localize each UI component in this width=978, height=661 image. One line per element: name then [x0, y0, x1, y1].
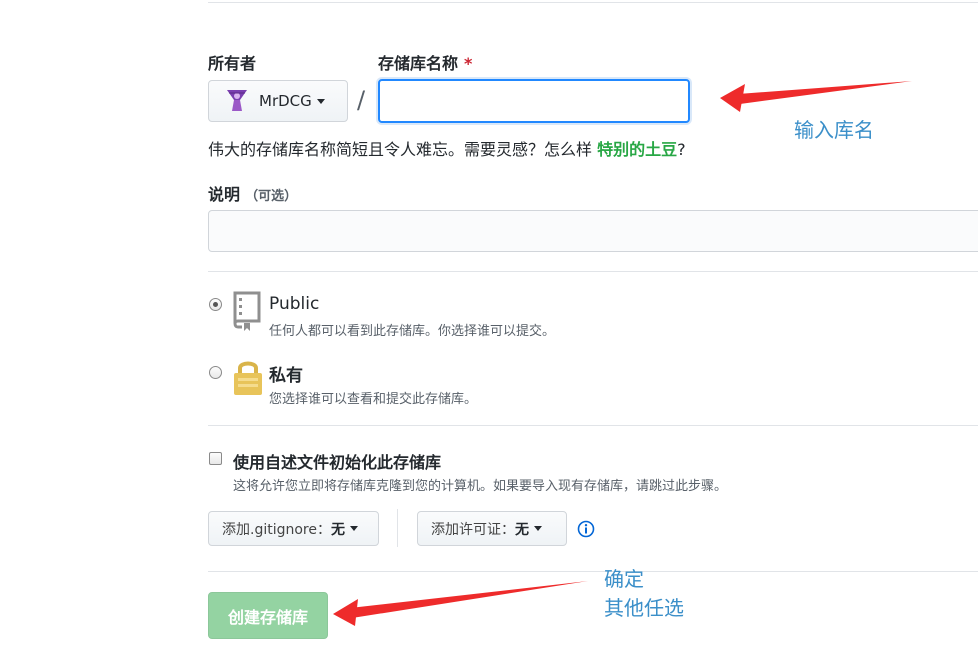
annotation-name-note: 输入库名: [794, 114, 874, 143]
arrow-to-name: [720, 81, 912, 112]
annotation-confirm-line1: 确定: [604, 563, 644, 592]
annotation-arrows: [0, 0, 978, 661]
arrow-to-create: [333, 581, 588, 626]
annotation-confirm-line2: 其他任选: [604, 592, 684, 621]
